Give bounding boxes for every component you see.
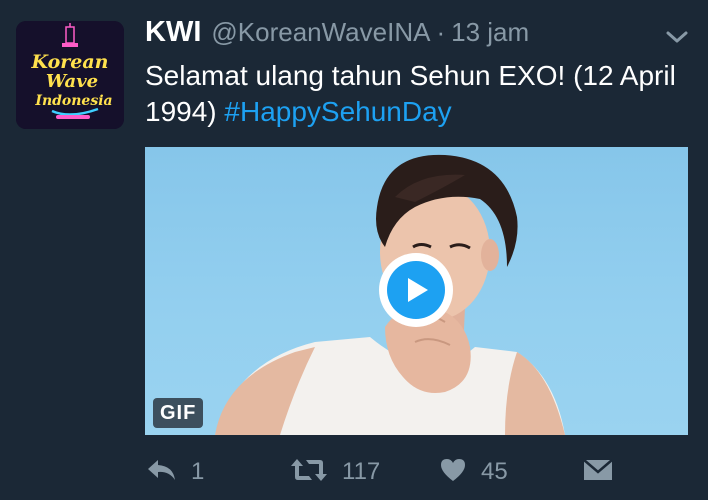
direct-message-button[interactable] <box>583 452 613 492</box>
logo-line-2: Wave <box>46 71 98 92</box>
logo-line-3: Indonesia <box>34 93 112 109</box>
chevron-down-icon[interactable] <box>664 28 690 46</box>
like-icon <box>439 457 467 488</box>
korean-wave-logo: Korean Wave Indonesia <box>16 21 124 129</box>
separator: · <box>436 17 446 47</box>
reply-button[interactable]: 1 <box>145 452 204 492</box>
dm-icon <box>583 458 613 487</box>
logo-line-1: Korean <box>31 51 109 73</box>
like-count: 45 <box>481 458 508 485</box>
user-handle[interactable]: @KoreanWaveINA <box>211 17 430 48</box>
like-button[interactable]: 45 <box>439 452 508 492</box>
reply-count: 1 <box>191 458 205 485</box>
gif-badge: GIF <box>153 398 204 428</box>
tweet-card[interactable]: Korean Wave Indonesia KWI @KoreanWaveINA… <box>0 0 708 500</box>
retweet-icon <box>290 457 328 488</box>
play-icon <box>387 261 445 319</box>
hashtag-link[interactable]: #HappySehunDay <box>224 96 451 127</box>
retweet-count: 117 <box>342 458 381 485</box>
avatar[interactable]: Korean Wave Indonesia <box>16 21 124 129</box>
display-name[interactable]: KWI <box>145 16 201 49</box>
reply-icon <box>145 457 177 488</box>
tweet-text: Selamat ulang tahun Sehun EXO! (12 April… <box>145 58 685 130</box>
tweet-header: KWI @KoreanWaveINA · 13 jam <box>145 16 529 54</box>
play-button[interactable] <box>379 253 453 327</box>
action-bar: 1 117 45 <box>145 452 688 492</box>
gif-media[interactable]: GIF <box>145 147 688 435</box>
timestamp[interactable]: 13 jam <box>451 17 529 48</box>
retweet-button[interactable]: 117 <box>290 452 380 492</box>
